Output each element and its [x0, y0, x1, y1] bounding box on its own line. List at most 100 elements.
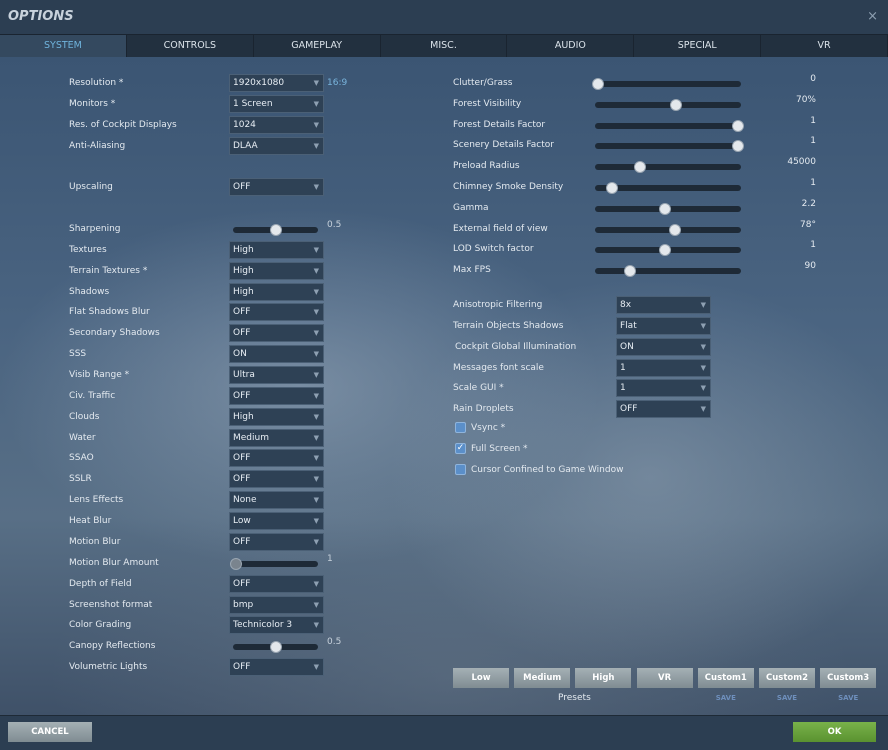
textures-dropdown[interactable]: High ▼ [229, 240, 324, 259]
preset-medium-button[interactable]: Medium [514, 668, 571, 688]
preload-radius-label: Preload Radius [453, 161, 520, 172]
save-custom1-link[interactable]: SAVE [698, 694, 754, 702]
sslr-dropdown[interactable]: OFF ▼ [229, 470, 324, 489]
slider-thumb[interactable] [669, 223, 681, 236]
res-of-cockpit-displays-dropdown[interactable]: 1024 ▼ [229, 115, 324, 134]
flat-shadows-blur-dropdown[interactable]: OFF ▼ [229, 303, 324, 322]
gamma-slider[interactable] [595, 202, 741, 215]
max-fps-label: Max FPS [453, 265, 491, 276]
secondary-shadows-dropdown[interactable]: OFF ▼ [229, 324, 324, 343]
sss-dropdown[interactable]: ON ▼ [229, 345, 324, 364]
monitors-dropdown[interactable]: 1 Screen ▼ [229, 94, 324, 113]
sslr-label: SSLR [69, 474, 92, 485]
preset-low-button[interactable]: Low [453, 668, 509, 688]
messages-font-scale-label: Messages font scale [453, 362, 544, 373]
slider-thumb[interactable] [230, 557, 242, 570]
save-custom3-link[interactable]: SAVE [820, 694, 876, 702]
tab-system[interactable]: SYSTEM [0, 35, 127, 57]
sharpening-slider[interactable] [233, 224, 318, 237]
slider-thumb[interactable] [732, 119, 744, 132]
upscaling-dropdown[interactable]: OFF ▼ [229, 178, 324, 197]
scenery-details-factor-label: Scenery Details Factor [453, 140, 554, 151]
close-icon[interactable]: × [867, 9, 878, 24]
anisotropic-filtering-dropdown[interactable]: 8x ▼ [616, 296, 711, 314]
color-grading-dropdown[interactable]: Technicolor 3 ▼ [229, 616, 324, 635]
tab-bar: SYSTEM CONTROLS GAMEPLAY MISC. AUDIO SPECIAL V… [0, 34, 888, 57]
preset-custom1-button[interactable]: Custom1 [697, 668, 754, 688]
clouds-label: Clouds [69, 411, 100, 422]
tab-vr[interactable]: VR [761, 35, 888, 57]
heat-blur-dropdown[interactable]: Low ▼ [229, 512, 324, 531]
save-custom2-link[interactable]: SAVE [759, 694, 815, 702]
tab-special[interactable]: SPECIAL [634, 35, 762, 57]
chimney-smoke-density-slider[interactable] [595, 182, 741, 194]
dropdown-value: 8x [620, 300, 632, 310]
cursor-confined-to-game-window-checkbox[interactable] [455, 463, 466, 475]
slider-thumb[interactable] [606, 182, 618, 194]
clouds-dropdown[interactable]: High ▼ [229, 407, 324, 426]
forest-details-factor-slider[interactable] [595, 119, 744, 132]
lod-switch-factor-slider[interactable] [595, 244, 741, 257]
preset-high-button[interactable]: High [575, 668, 632, 688]
slider-thumb[interactable] [269, 641, 282, 654]
monitors-label: Monitors * [69, 98, 116, 109]
ok-button[interactable]: OK [793, 722, 876, 742]
slider-thumb[interactable] [659, 202, 672, 215]
dropdown-value: 1 [620, 362, 626, 373]
max-fps-slider[interactable] [595, 265, 741, 278]
tab-misc[interactable]: MISC. [380, 35, 508, 57]
resolution-dropdown[interactable]: 1920x1080 ▼ [229, 74, 324, 92]
tab-audio[interactable]: AUDIO [507, 35, 635, 57]
volumetric-lights-dropdown[interactable]: OFF ▼ [229, 658, 324, 677]
dropdown-value: High [233, 244, 254, 255]
shadows-dropdown[interactable]: High ▼ [229, 282, 324, 301]
water-dropdown[interactable]: Medium ▼ [229, 428, 324, 447]
anti-aliasing-label: Anti-Aliasing [69, 140, 126, 151]
forest-visibility-slider[interactable] [595, 98, 741, 111]
preload-radius-slider[interactable] [595, 161, 741, 174]
scale-gui-dropdown[interactable]: 1 ▼ [616, 379, 711, 398]
terrain-textures-label: Terrain Textures * [69, 265, 148, 276]
clutter-grass-slider[interactable] [592, 78, 741, 90]
tab-gameplay[interactable]: GAMEPLAY [253, 35, 381, 57]
anisotropic-filtering-label: Anisotropic Filtering [453, 300, 543, 310]
slider-thumb[interactable] [269, 224, 282, 237]
cockpit-global-illumination-dropdown[interactable]: ON ▼ [616, 337, 711, 356]
preset-custom3-button[interactable]: Custom3 [820, 668, 877, 688]
depth-of-field-dropdown[interactable]: OFF ▼ [229, 574, 324, 593]
motion-blur-dropdown[interactable]: OFF ▼ [229, 532, 324, 551]
preset-custom2-button[interactable]: Custom2 [759, 668, 815, 688]
vsync-label: Vsync * [471, 423, 506, 433]
dropdown-value: OFF [233, 662, 251, 673]
civ-traffic-dropdown[interactable]: OFF ▼ [229, 386, 324, 405]
full-screen-checkbox[interactable]: ✓ [455, 442, 466, 454]
gamma-value: 2.2 [801, 198, 816, 209]
ssao-dropdown[interactable]: OFF ▼ [229, 449, 324, 468]
dropdown-value: Low [233, 516, 251, 527]
tab-controls[interactable]: CONTROLS [126, 35, 254, 57]
forest-details-factor-label: Forest Details Factor [453, 119, 546, 130]
terrain-objects-shadows-dropdown[interactable]: Flat ▼ [616, 316, 711, 335]
preset-vr-button[interactable]: VR [636, 668, 693, 688]
screenshot-format-dropdown[interactable]: bmp ▼ [229, 595, 324, 614]
canopy-reflections-slider[interactable] [233, 641, 318, 654]
scenery-details-factor-slider[interactable] [595, 140, 744, 153]
gamma-label: Gamma [453, 202, 489, 213]
rain-droplets-dropdown[interactable]: OFF ▼ [616, 400, 711, 419]
slider-thumb[interactable] [592, 78, 604, 90]
motion-blur-amount-slider[interactable] [230, 557, 318, 570]
clutter-grass-label: Clutter/Grass [453, 78, 513, 88]
anti-aliasing-dropdown[interactable]: DLAA ▼ [229, 136, 324, 155]
lens-effects-dropdown[interactable]: None ▼ [229, 491, 324, 510]
cursor-confined-to-game-window-label: Cursor Confined to Game Window [471, 464, 624, 475]
vsync-checkbox[interactable] [455, 422, 466, 433]
external-field-of-view-slider[interactable] [595, 223, 741, 236]
visib-range-dropdown[interactable]: Ultra ▼ [229, 366, 324, 385]
terrain-objects-shadows-label: Terrain Objects Shadows [453, 320, 564, 331]
terrain-textures-dropdown[interactable]: High ▼ [229, 261, 324, 280]
cancel-button[interactable]: CANCEL [8, 722, 92, 742]
dropdown-value: OFF [233, 578, 251, 589]
clutter-grass-value: 0 [810, 74, 816, 84]
dropdown-value: 1024 [233, 119, 256, 130]
messages-font-scale-dropdown[interactable]: 1 ▼ [616, 358, 711, 377]
